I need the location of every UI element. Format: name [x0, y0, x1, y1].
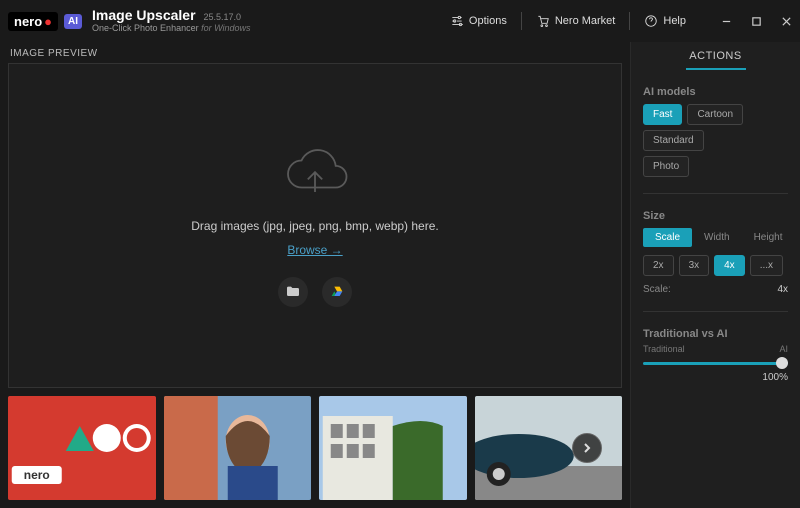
left-pane: IMAGE PREVIEW Drag images (jpg, jpeg, pn…	[0, 42, 630, 508]
title-bar: nero● AI Image Upscaler 25.5.17.0 One-Cl…	[0, 0, 800, 42]
chevron-right-icon	[581, 442, 593, 454]
sample-thumbnails: nero	[8, 396, 622, 500]
local-folder-button[interactable]	[278, 277, 308, 307]
maximize-button[interactable]	[750, 15, 762, 27]
actions-panel-title: ACTIONS	[686, 50, 746, 70]
traditional-ai-slider[interactable]	[643, 354, 788, 372]
divider	[643, 311, 788, 312]
sample-thumb-2[interactable]	[164, 396, 312, 500]
preview-section-label: IMAGE PREVIEW	[8, 46, 622, 63]
browse-link[interactable]: Browse →	[287, 243, 342, 257]
app-subtitle: One-Click Photo Enhancer	[92, 23, 199, 33]
divider	[643, 193, 788, 194]
header-actions: Options Nero Market Help	[450, 12, 792, 30]
app-title-block: Image Upscaler 25.5.17.0 One-Click Photo…	[92, 8, 251, 33]
minimize-button[interactable]	[720, 15, 732, 27]
main-area: IMAGE PREVIEW Drag images (jpg, jpeg, pn…	[0, 42, 800, 508]
slider-left-label: Traditional	[643, 344, 685, 354]
options-button[interactable]: Options	[450, 14, 507, 28]
help-icon	[644, 14, 658, 28]
size-label: Size	[643, 210, 788, 222]
close-button[interactable]	[780, 15, 792, 27]
source-buttons	[278, 277, 352, 307]
mode-scale[interactable]: Scale	[643, 228, 692, 247]
traditional-vs-ai-label: Traditional vs AI	[643, 328, 788, 340]
image-dropzone[interactable]: Drag images (jpg, jpeg, png, bmp, webp) …	[8, 63, 622, 388]
model-standard[interactable]: Standard	[643, 130, 704, 151]
app-platform: for Windows	[201, 23, 250, 33]
cloud-upload-icon	[279, 144, 351, 209]
google-drive-icon	[329, 284, 345, 300]
divider	[629, 12, 630, 30]
scale-label: Scale:	[643, 284, 671, 295]
model-photo[interactable]: Photo	[643, 156, 689, 177]
app-title: Image Upscaler	[92, 8, 196, 23]
slider-thumb[interactable]	[776, 357, 788, 369]
model-cartoon[interactable]: Cartoon	[687, 104, 743, 125]
sample-thumb-3[interactable]	[319, 396, 467, 500]
drag-instructions: Drag images (jpg, jpeg, png, bmp, webp) …	[191, 219, 438, 233]
factor-custom[interactable]: ...x	[750, 255, 783, 276]
sliders-icon	[450, 14, 464, 28]
factor-3x[interactable]: 3x	[679, 255, 710, 276]
ai-badge: AI	[64, 14, 82, 29]
sample-thumb-1[interactable]: nero	[8, 396, 156, 500]
svg-text:nero: nero	[24, 468, 50, 482]
google-drive-button[interactable]	[322, 277, 352, 307]
thumbnails-next-button[interactable]	[572, 433, 602, 463]
mode-width[interactable]: Width	[692, 228, 742, 247]
factor-2x[interactable]: 2x	[643, 255, 674, 276]
window-controls	[720, 15, 792, 27]
ai-models-label: AI models	[643, 86, 788, 98]
traditional-vs-ai-section: Traditional vs AI Traditional AI 100%	[643, 328, 788, 383]
folder-icon	[285, 284, 301, 300]
divider	[521, 12, 522, 30]
scale-value: 4x	[777, 284, 788, 295]
actions-panel: ACTIONS AI models Fast Cartoon Standard …	[630, 42, 800, 508]
ai-models-section: AI models Fast Cartoon Standard Photo	[643, 86, 788, 177]
logo-group: nero● AI	[8, 12, 82, 31]
help-button[interactable]: Help	[644, 14, 686, 28]
nero-market-button[interactable]: Nero Market	[536, 14, 616, 28]
slider-percent: 100%	[643, 372, 788, 383]
nero-logo: nero●	[8, 12, 58, 31]
size-section: Size Scale Width Height 2x 3x 4x ...x Sc…	[643, 210, 788, 295]
app-version: 25.5.17.0	[204, 12, 242, 22]
cart-icon	[536, 14, 550, 28]
slider-right-label: AI	[779, 344, 788, 354]
model-fast[interactable]: Fast	[643, 104, 682, 125]
mode-height[interactable]: Height	[742, 228, 795, 247]
factor-4x[interactable]: 4x	[714, 255, 745, 276]
